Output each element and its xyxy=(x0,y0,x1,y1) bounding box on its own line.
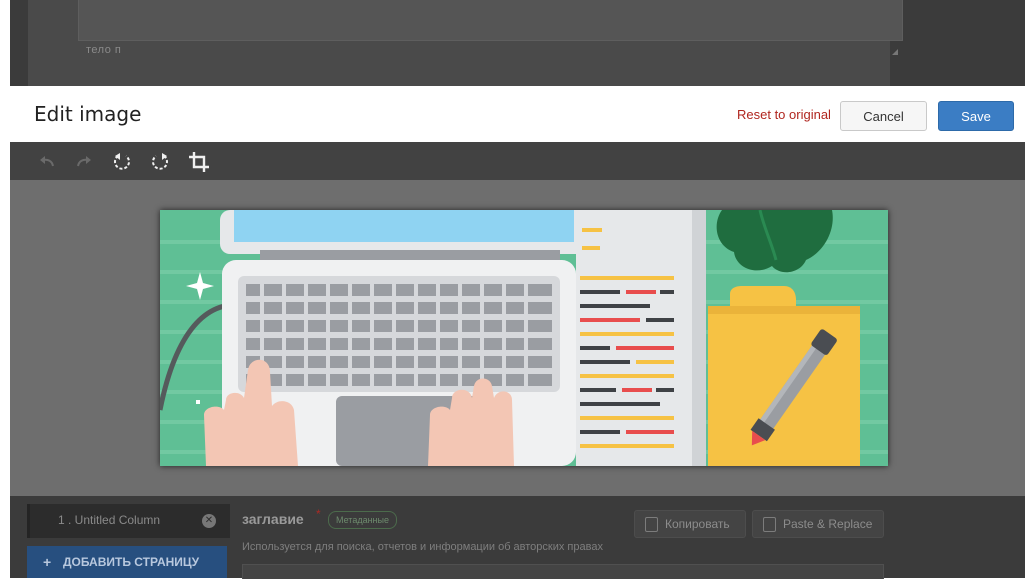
redo-icon xyxy=(77,156,91,167)
title-input[interactable] xyxy=(242,564,884,579)
column-tab-label: 1 . Untitled Column xyxy=(58,513,161,527)
save-button[interactable]: Save xyxy=(938,101,1014,131)
copy-label: Копировать xyxy=(665,517,730,531)
metadata-badge: Метаданные xyxy=(328,511,398,529)
clipboard-icon xyxy=(763,517,776,532)
cancel-button[interactable]: Cancel xyxy=(840,101,927,131)
rich-text-area xyxy=(78,0,903,41)
undo-button[interactable] xyxy=(34,149,60,175)
laptop-workspace-illustration xyxy=(160,210,888,466)
modal-title: Edit image xyxy=(34,102,142,126)
copy-icon xyxy=(645,517,658,532)
column-tab[interactable]: 1 . Untitled Column ✕ xyxy=(27,504,230,538)
image-canvas xyxy=(10,180,1025,496)
paste-replace-label: Paste & Replace xyxy=(783,517,873,531)
close-icon[interactable]: ✕ xyxy=(202,514,216,528)
element-path: тело п xyxy=(86,44,122,56)
rotate-left-icon xyxy=(114,153,130,170)
required-marker: * xyxy=(316,507,321,521)
edit-image-header: Edit image Reset to original Cancel Save xyxy=(10,86,1025,142)
crop-button[interactable] xyxy=(186,149,212,175)
rotate-right-icon xyxy=(152,153,168,170)
reset-to-original-link[interactable]: Reset to original xyxy=(737,107,831,122)
undo-icon xyxy=(40,156,54,167)
redo-button[interactable] xyxy=(71,149,97,175)
add-page-label: ДОБАВИТЬ СТРАНИЦУ xyxy=(63,555,200,569)
add-page-button[interactable]: + ДОБАВИТЬ СТРАНИЦУ xyxy=(27,546,227,578)
rich-text-panel: тело п xyxy=(28,0,903,86)
crop-icon xyxy=(189,152,209,172)
page-editor: 1 . Untitled Column ✕ + ДОБАВИТЬ СТРАНИЦ… xyxy=(10,496,1025,579)
field-help-text: Используется для поиска, отчетов и инфор… xyxy=(242,541,603,553)
rotate-left-button[interactable] xyxy=(109,149,135,175)
image-preview[interactable] xyxy=(160,210,888,466)
rotate-right-button[interactable] xyxy=(147,149,173,175)
resize-handle-icon xyxy=(892,49,898,55)
copy-button[interactable]: Копировать xyxy=(634,510,746,538)
image-toolbar xyxy=(10,142,1025,180)
field-title-label: заглавие xyxy=(242,511,304,527)
paste-replace-button[interactable]: Paste & Replace xyxy=(752,510,884,538)
plus-icon: + xyxy=(43,554,52,570)
